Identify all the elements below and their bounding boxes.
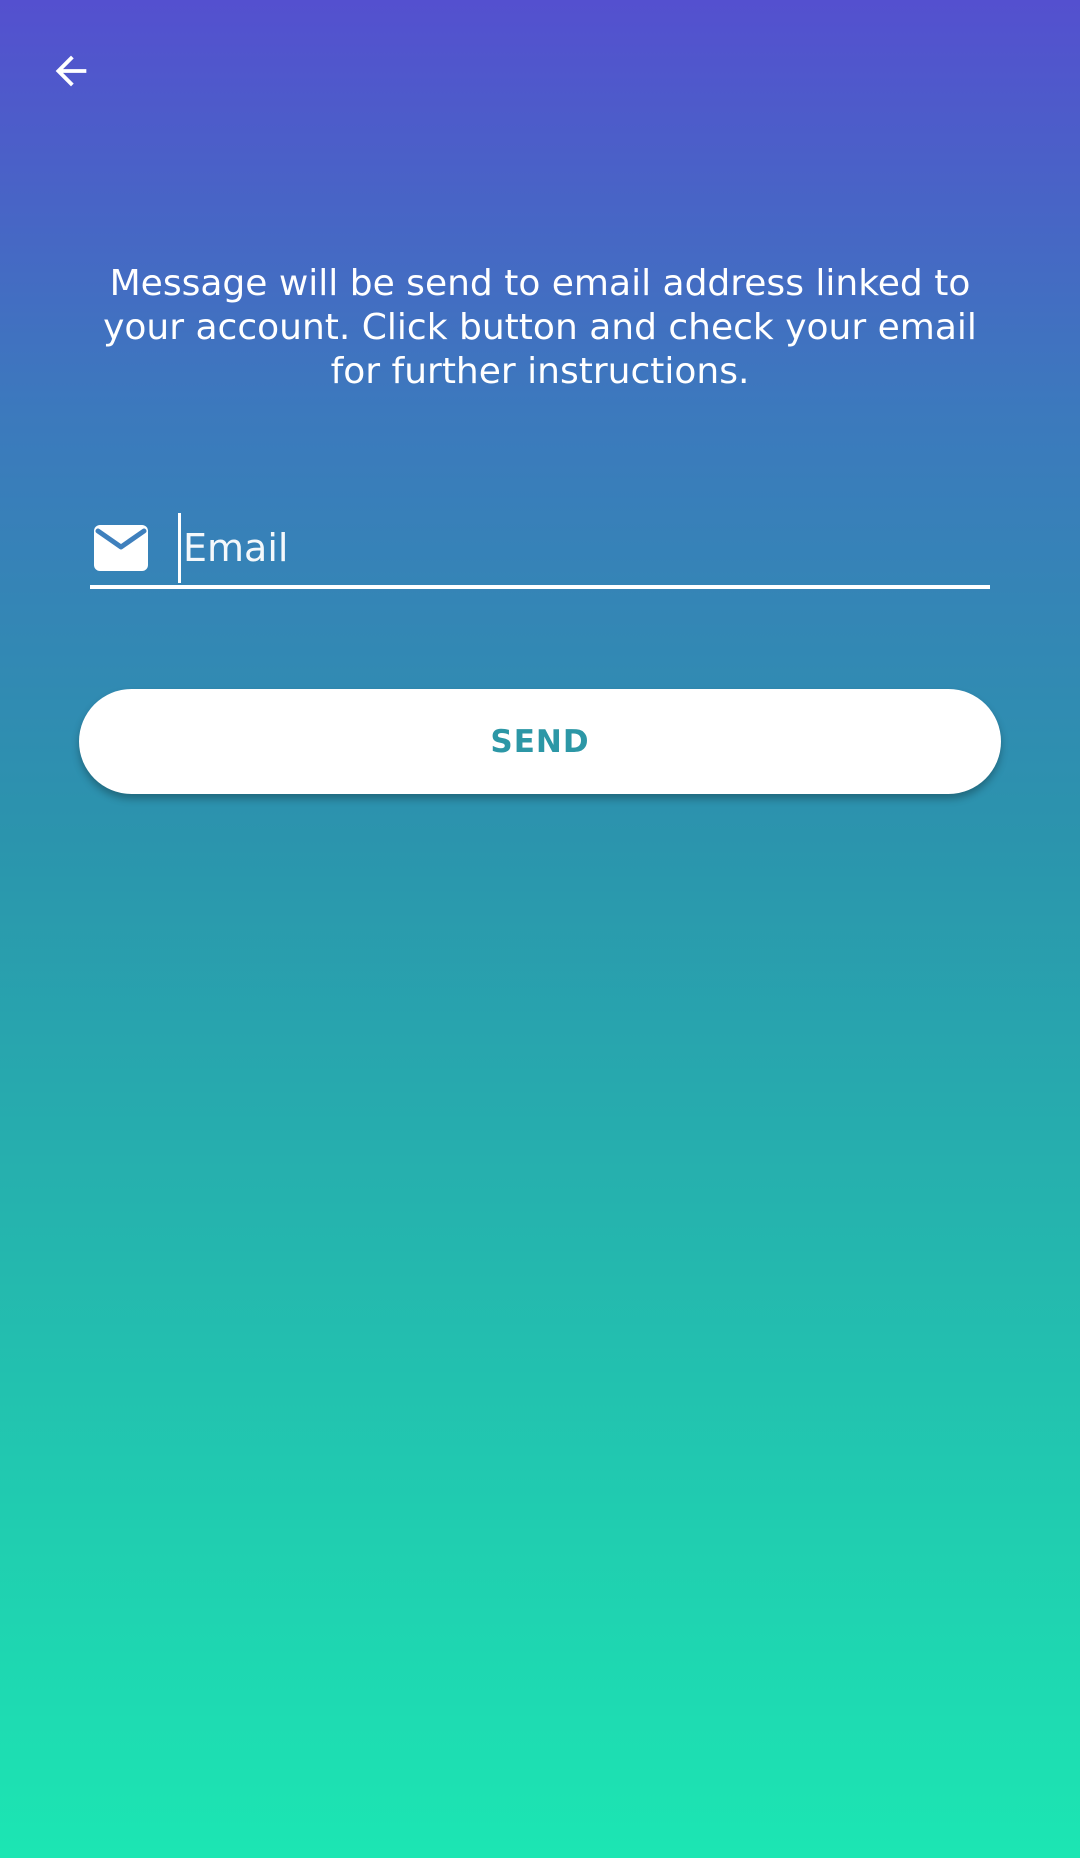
email-field-row: [90, 508, 990, 588]
email-input[interactable]: [178, 513, 990, 583]
email-underline: [90, 585, 990, 589]
arrow-left-icon: [55, 55, 87, 87]
send-button[interactable]: SEND: [79, 689, 1001, 794]
mail-icon: [94, 525, 148, 571]
instructions-text: Message will be send to email address li…: [103, 263, 977, 392]
back-button[interactable]: [36, 36, 106, 106]
